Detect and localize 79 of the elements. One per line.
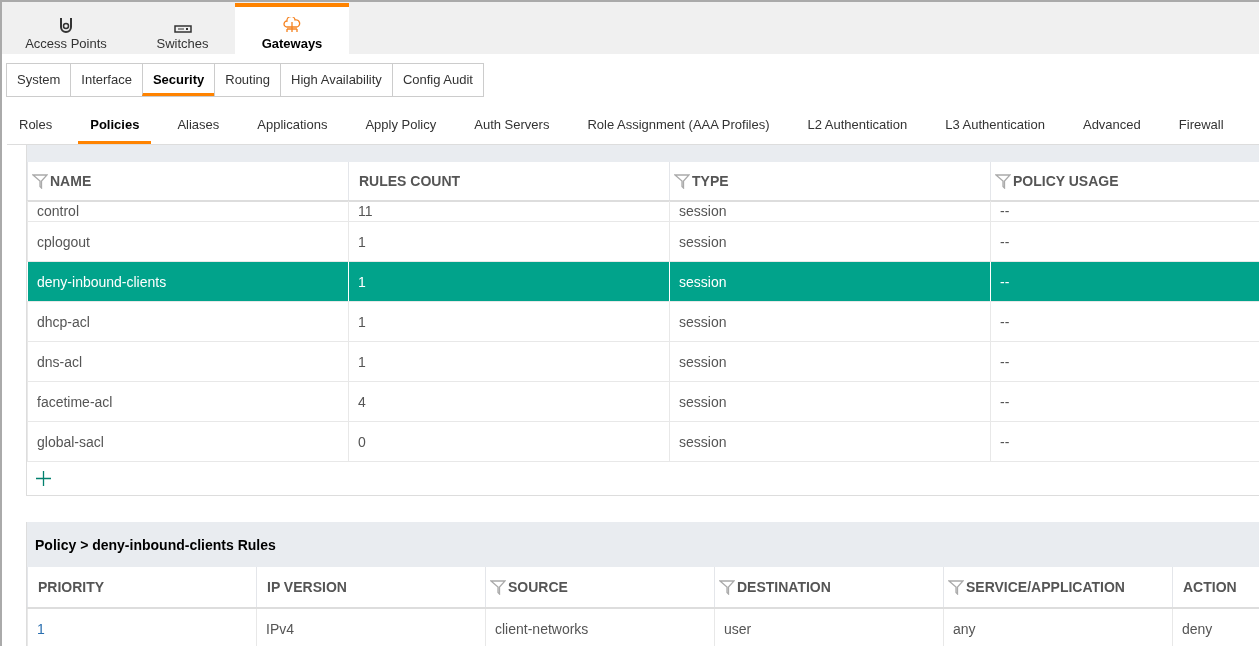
table-cell-text: global-sacl [36, 433, 105, 450]
table-cell-text: 1 [357, 353, 367, 370]
policy-tab[interactable]: Advanced [1070, 108, 1153, 144]
table-cell-text: dns-acl [36, 353, 84, 370]
table-row[interactable]: facetime-acl 4 session -- [27, 382, 1259, 422]
column-header[interactable]: RULES COUNT [348, 162, 669, 200]
policy-tab[interactable]: Roles [7, 108, 65, 144]
column-header[interactable]: DESTINATION [714, 567, 943, 607]
switch-icon [173, 25, 192, 33]
table-row[interactable]: control 11 session -- [27, 202, 1259, 222]
panel-title: Policy > deny-inbound-clients Rules [35, 535, 276, 555]
table-row[interactable]: dhcp-acl 1 session -- [27, 302, 1259, 342]
device-tab[interactable]: Gateways [235, 3, 349, 54]
column-header[interactable]: IP VERSION [256, 567, 485, 607]
table-cell-text: any [952, 619, 977, 639]
filter-icon[interactable] [490, 579, 506, 595]
table-cell-text: -- [999, 233, 1011, 250]
section-tab[interactable]: High Availability [280, 64, 392, 96]
table-cell-text: session [678, 233, 728, 250]
table-cell-text: session [678, 273, 728, 290]
table-cell-text: session [678, 393, 728, 410]
table-cell-text: session [678, 353, 728, 370]
policy-tab[interactable]: Aliases [165, 108, 232, 144]
table-cell-text: deny [1181, 619, 1214, 639]
table-cell-text: -- [999, 393, 1011, 410]
table-cell-text: user [723, 619, 753, 639]
column-header[interactable]: PRIORITY [27, 567, 256, 607]
table-cell-text: facetime-acl [36, 393, 114, 410]
column-header[interactable]: SOURCE [485, 567, 714, 607]
table-row[interactable]: global-sacl 0 session -- [27, 422, 1259, 462]
column-header[interactable]: SERVICE/APPLICATION [943, 567, 1172, 607]
table-cell-text: 1 [36, 619, 46, 639]
table-cell-text: -- [999, 433, 1011, 450]
table-cell-text: 1 [357, 233, 367, 250]
column-header[interactable]: TYPE [669, 162, 990, 200]
table-cell-text: session [678, 433, 728, 450]
table-cell-text: 1 [357, 313, 367, 330]
table-cell-text: 4 [357, 393, 367, 410]
table-cell-text: -- [999, 203, 1011, 219]
table-cell-text: session [678, 203, 728, 219]
policy-tab[interactable]: L2 Authentication [795, 108, 920, 144]
table-cell-text: -- [999, 313, 1011, 330]
section-tab[interactable]: Interface [70, 64, 142, 96]
policy-tab[interactable]: Apply Policy [353, 108, 449, 144]
table-cell-text: dhcp-acl [36, 313, 91, 330]
policy-tab[interactable]: Auth Servers [462, 108, 562, 144]
filter-icon[interactable] [32, 173, 48, 189]
table-cell-text: -- [999, 273, 1011, 290]
policy-tab[interactable]: L3 Authentication [933, 108, 1057, 144]
column-header[interactable]: ACTION [1172, 567, 1259, 607]
add-icon[interactable] [36, 471, 51, 486]
access-point-icon [59, 17, 73, 33]
column-header[interactable]: POLICY USAGE [990, 162, 1259, 200]
table-cell-text: -- [999, 353, 1011, 370]
table-cell-text: IPv4 [265, 619, 295, 639]
table-cell-text: 11 [357, 203, 374, 219]
policy-tab[interactable]: Applications [245, 108, 340, 144]
table-cell-text: control [36, 203, 81, 219]
filter-icon[interactable] [995, 173, 1011, 189]
section-tab[interactable]: Routing [214, 64, 281, 96]
cloud-icon [283, 17, 301, 33]
section-tab[interactable]: System [7, 64, 71, 96]
section-tab[interactable]: Security [141, 64, 215, 96]
device-tab[interactable]: Access Points [2, 3, 130, 54]
filter-icon[interactable] [674, 173, 690, 189]
table-cell-text: cplogout [36, 233, 91, 250]
policy-tab[interactable]: Role Assignment (AAA Profiles) [575, 108, 782, 144]
section-tab[interactable]: Config Audit [391, 64, 483, 96]
table-cell-text: client-networks [494, 619, 590, 639]
filter-icon[interactable] [948, 579, 964, 595]
table-cell-text: 0 [357, 433, 367, 450]
device-tab[interactable]: Switches [130, 3, 235, 54]
policy-tab[interactable]: Firewall [1166, 108, 1236, 144]
filter-icon[interactable] [719, 579, 735, 595]
table-row[interactable]: dns-acl 1 session -- [27, 342, 1259, 382]
column-header[interactable]: NAME [27, 162, 348, 200]
table-cell-text: deny-inbound-clients [36, 273, 168, 290]
table-cell-text: 1 [357, 273, 367, 290]
table-cell-text: session [678, 313, 728, 330]
